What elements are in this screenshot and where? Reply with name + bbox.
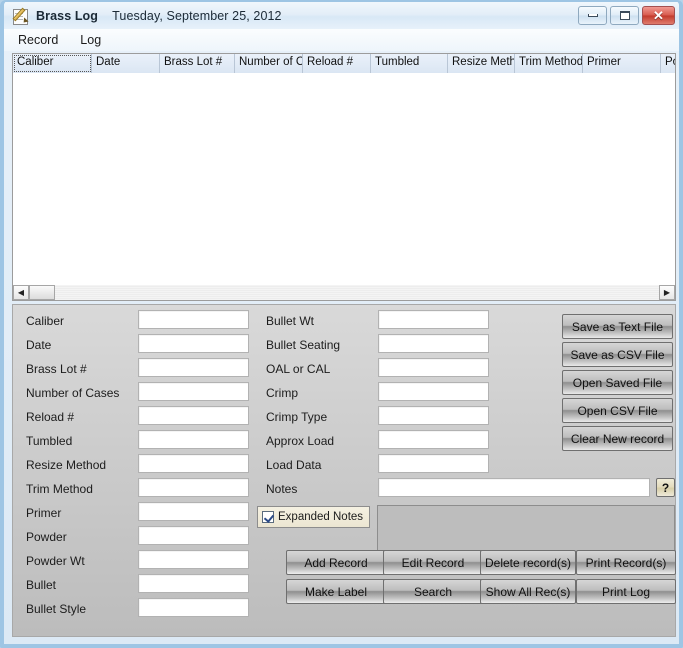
notes-input[interactable] (378, 478, 650, 497)
maximize-button[interactable] (610, 6, 639, 25)
file-action-button[interactable]: Save as CSV File (562, 342, 673, 367)
form-label: Tumbled (26, 432, 72, 450)
notes-label: Notes (266, 480, 297, 498)
record-action-button[interactable]: Print Log (576, 579, 676, 604)
record-action-button[interactable]: Make Label (286, 579, 386, 604)
form-label: Crimp (266, 384, 298, 402)
window-controls: ✕ (578, 6, 675, 25)
form-input[interactable] (138, 526, 249, 545)
form-input[interactable] (138, 454, 249, 473)
minimize-icon (588, 14, 598, 17)
record-action-button[interactable]: Show All Rec(s) (480, 579, 576, 604)
form-input[interactable] (378, 358, 489, 377)
notepad-pencil-icon (12, 7, 30, 25)
scroll-left-arrow-icon[interactable]: ◀ (13, 285, 29, 300)
form-label: Trim Method (26, 480, 93, 498)
checkmark-icon (262, 511, 274, 523)
close-button[interactable]: ✕ (642, 6, 675, 25)
form-input[interactable] (138, 598, 249, 617)
scrollbar-thumb[interactable] (29, 285, 55, 300)
form-input[interactable] (378, 334, 489, 353)
form-label: Primer (26, 504, 61, 522)
grid-column-header[interactable]: Primer (583, 54, 661, 73)
record-action-button[interactable]: Delete record(s) (480, 550, 576, 575)
form-label: Date (26, 336, 51, 354)
grid-column-header[interactable]: Reload # (303, 54, 371, 73)
expanded-notes-checkbox[interactable]: Expanded Notes (257, 506, 370, 528)
form-label: Number of Cases (26, 384, 119, 402)
records-grid[interactable]: CaliberDateBrass Lot #Number of CReload … (12, 53, 676, 293)
grid-body[interactable] (13, 73, 675, 292)
record-action-button[interactable]: Print Record(s) (576, 550, 676, 575)
window-title-date: Tuesday, September 25, 2012 (112, 9, 281, 23)
expanded-notes-label: Expanded Notes (278, 511, 363, 523)
minimize-button[interactable] (578, 6, 607, 25)
file-action-button[interactable]: Open Saved File (562, 370, 673, 395)
form-label: OAL or CAL (266, 360, 330, 378)
form-input[interactable] (138, 478, 249, 497)
form-label: Bullet Style (26, 600, 86, 618)
form-input[interactable] (378, 430, 489, 449)
scroll-right-arrow-icon[interactable]: ▶ (659, 285, 675, 300)
form-label: Approx Load (266, 432, 334, 450)
form-input[interactable] (138, 550, 249, 569)
grid-header-row: CaliberDateBrass Lot #Number of CReload … (13, 54, 675, 73)
form-input[interactable] (138, 502, 249, 521)
record-action-button[interactable]: Add Record (286, 550, 386, 575)
grid-column-header[interactable]: Date (92, 54, 160, 73)
file-action-button[interactable]: Save as Text File (562, 314, 673, 339)
grid-column-header[interactable]: Caliber (13, 54, 92, 73)
file-action-button[interactable]: Open CSV File (562, 398, 673, 423)
form-label: Brass Lot # (26, 360, 87, 378)
form-input[interactable] (378, 382, 489, 401)
record-action-button[interactable]: Edit Record (383, 550, 483, 575)
file-action-button[interactable]: Clear New record (562, 426, 673, 451)
form-input[interactable] (138, 574, 249, 593)
form-input[interactable] (138, 382, 249, 401)
form-input[interactable] (138, 310, 249, 329)
form-input[interactable] (378, 454, 489, 473)
window-title-app: Brass Log (36, 9, 98, 23)
grid-column-header[interactable]: Number of C (235, 54, 303, 73)
form-input[interactable] (378, 406, 489, 425)
grid-column-header[interactable]: Trim Method (515, 54, 583, 73)
maximize-icon (620, 11, 630, 20)
menu-item-record[interactable]: Record (10, 31, 66, 49)
form-input[interactable] (138, 406, 249, 425)
form-label: Load Data (266, 456, 321, 474)
menu-item-log[interactable]: Log (72, 31, 109, 49)
form-label: Crimp Type (266, 408, 327, 426)
grid-column-header[interactable]: Tumbled (371, 54, 448, 73)
form-label: Caliber (26, 312, 64, 330)
help-button[interactable]: ? (656, 478, 675, 497)
grid-column-header[interactable]: Po (661, 54, 676, 73)
window-title: Brass Log Tuesday, September 25, 2012 (36, 9, 282, 23)
menu-bar: Record Log (4, 29, 679, 51)
grid-column-header[interactable]: Resize Meth (448, 54, 515, 73)
record-action-button[interactable]: Search (383, 579, 483, 604)
form-input[interactable] (378, 310, 489, 329)
form-label: Bullet (26, 576, 56, 594)
grid-column-header[interactable]: Brass Lot # (160, 54, 235, 73)
grid-horizontal-scrollbar[interactable]: ◀ ▶ (12, 285, 676, 301)
form-label: Resize Method (26, 456, 106, 474)
form-label: Bullet Seating (266, 336, 340, 354)
title-bar: Brass Log Tuesday, September 25, 2012 ✕ (4, 2, 679, 29)
scrollbar-track[interactable] (55, 285, 659, 300)
form-label: Bullet Wt (266, 312, 314, 330)
form-input[interactable] (138, 358, 249, 377)
form-label: Reload # (26, 408, 74, 426)
form-label: Powder (26, 528, 67, 546)
close-icon: ✕ (653, 9, 664, 22)
application-window: Brass Log Tuesday, September 25, 2012 ✕ … (0, 0, 683, 648)
form-label: Powder Wt (26, 552, 85, 570)
form-input[interactable] (138, 334, 249, 353)
form-input[interactable] (138, 430, 249, 449)
